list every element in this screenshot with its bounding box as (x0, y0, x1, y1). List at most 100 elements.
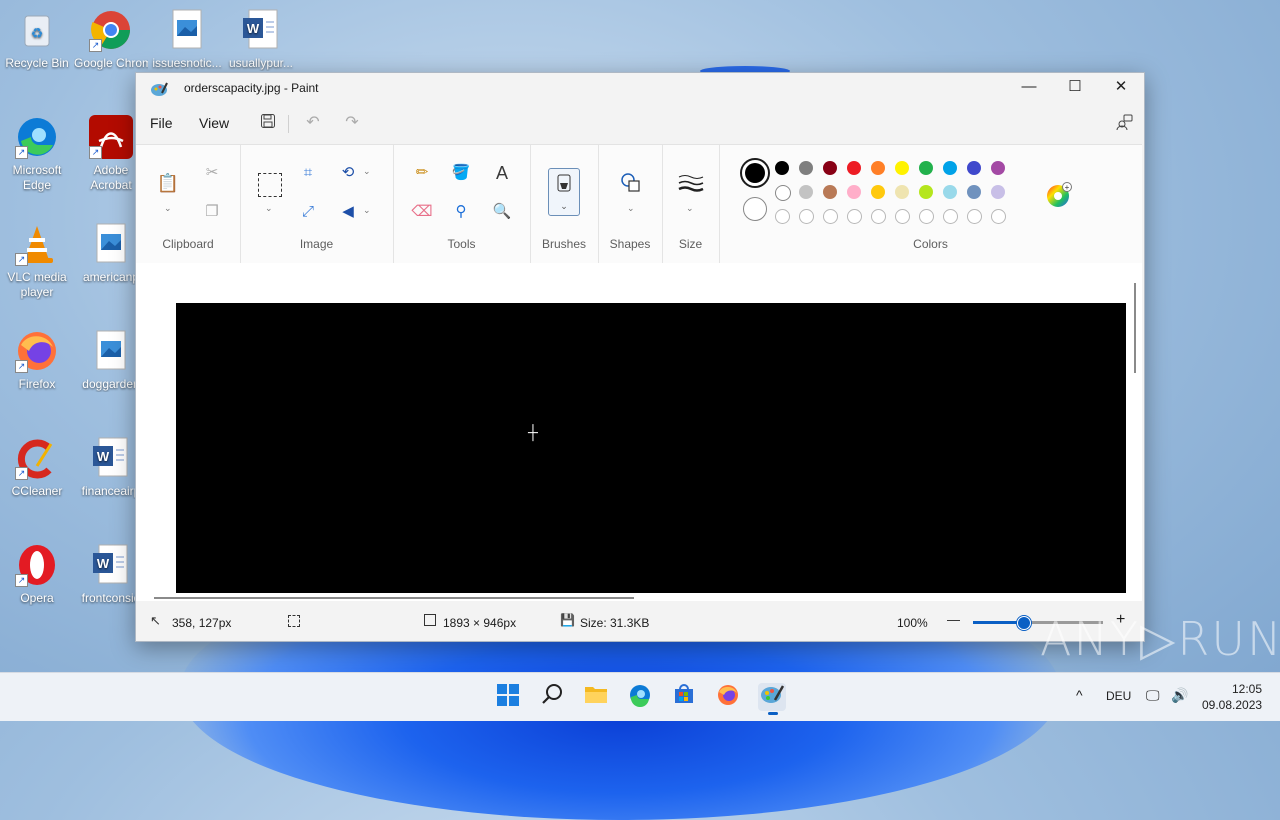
redo-icon[interactable]: ↷ (342, 113, 362, 133)
chevron-up-icon[interactable]: ^ (1076, 687, 1083, 703)
paint-window: orderscapacity.jpg - Paint — ☐ ✕ File Vi… (135, 72, 1145, 642)
desktop-icon-firefox[interactable]: ↗ Firefox (0, 329, 74, 392)
undo-icon[interactable]: ↶ (303, 113, 323, 133)
desktop-icon-usuallypur[interactable]: W usuallypur... (224, 8, 298, 71)
edit-colors-icon[interactable]: + (1046, 182, 1072, 211)
account-icon[interactable] (1114, 113, 1134, 133)
custom-color-slot[interactable] (895, 209, 910, 224)
svg-text:⌄: ⌄ (560, 201, 568, 211)
custom-color-slot[interactable] (823, 209, 838, 224)
color-swatch[interactable] (847, 185, 861, 199)
menu-file[interactable]: File (150, 115, 173, 131)
tools-label: Tools (447, 237, 476, 251)
color-swatch[interactable] (871, 185, 885, 199)
color-swatch[interactable] (967, 185, 981, 199)
select-icon[interactable] (258, 173, 282, 197)
desktop-icon-ccleaner[interactable]: ↗ CCleaner (0, 436, 74, 499)
desktop-icon-edge[interactable]: ↗ Microsoft Edge (0, 115, 74, 193)
color-swatch[interactable] (823, 161, 837, 175)
color-swatch[interactable] (919, 185, 933, 199)
zoom-slider-thumb[interactable] (1017, 616, 1031, 630)
desktop-icon-recycle-bin[interactable]: ♻ Recycle Bin (0, 8, 74, 71)
rotate-icon[interactable]: ⟲ (336, 161, 360, 185)
color-swatch[interactable] (775, 161, 789, 175)
resize-icon[interactable]: ⤢ (296, 200, 320, 224)
chevron-down-icon[interactable]: ⌄ (627, 203, 635, 214)
image-label: Image (299, 237, 334, 251)
magnifier-icon[interactable]: 🔍 (490, 200, 514, 224)
drawing-canvas[interactable]: ┼ (176, 303, 1126, 593)
color-swatch[interactable] (967, 161, 981, 175)
fill-icon[interactable]: 🪣 (449, 161, 473, 185)
minimize-button[interactable]: — (1006, 73, 1052, 103)
paint-taskbar-icon[interactable] (758, 683, 786, 715)
close-button[interactable]: ✕ (1098, 73, 1144, 103)
menu-view[interactable]: View (199, 115, 229, 131)
color-swatch[interactable] (799, 161, 813, 175)
custom-color-slot[interactable] (967, 209, 982, 224)
eraser-icon[interactable]: ⌫ (410, 200, 434, 224)
vertical-scrollbar[interactable] (1134, 283, 1136, 373)
custom-color-slot[interactable] (775, 209, 790, 224)
color-swatch[interactable] (919, 161, 933, 175)
clock-time[interactable]: 12:05 (1232, 682, 1262, 696)
color-swatch[interactable] (943, 161, 957, 175)
text-icon[interactable]: A (490, 161, 514, 185)
chevron-down-icon[interactable]: ⌄ (686, 203, 694, 214)
chevron-down-icon[interactable]: ⌄ (363, 166, 371, 177)
store-icon[interactable] (670, 683, 698, 711)
flip-icon[interactable]: ◀ (336, 200, 360, 224)
color-picker-icon[interactable]: ⚲ (449, 200, 473, 224)
color-swatch[interactable] (991, 161, 1005, 175)
custom-color-slot[interactable] (943, 209, 958, 224)
color-swatch[interactable] (847, 161, 861, 175)
save-icon[interactable] (258, 113, 278, 133)
custom-color-slot[interactable] (799, 209, 814, 224)
paste-icon[interactable]: 📋 (156, 171, 180, 195)
custom-color-slot[interactable] (991, 209, 1006, 224)
clock-date[interactable]: 09.08.2023 (1202, 698, 1262, 712)
custom-color-slot[interactable] (871, 209, 886, 224)
volume-icon[interactable]: 🔊 (1171, 687, 1188, 704)
custom-color-slot[interactable] (919, 209, 934, 224)
primary-color-button[interactable] (740, 158, 770, 188)
active-app-indicator (768, 712, 778, 715)
desktop-icon-issuesnotic[interactable]: issuesnotic... (150, 8, 224, 71)
chevron-down-icon[interactable]: ⌄ (265, 203, 273, 214)
cut-icon[interactable]: ✂ (200, 161, 224, 185)
file-explorer-icon[interactable] (582, 683, 610, 711)
chevron-down-icon[interactable]: ⌄ (164, 203, 172, 214)
desktop-icon-vlc[interactable]: ↗ VLC media player (0, 222, 74, 300)
line-size-icon[interactable] (678, 173, 704, 196)
desktop-icon-label: usuallypur... (228, 56, 294, 70)
desktop-icon-opera[interactable]: ↗ Opera (0, 543, 74, 606)
custom-color-slot[interactable] (847, 209, 862, 224)
svg-text:W: W (247, 21, 260, 36)
color-swatch[interactable] (823, 185, 837, 199)
secondary-color-button[interactable] (743, 197, 767, 221)
firefox-taskbar-icon[interactable] (714, 683, 742, 711)
pencil-icon[interactable]: ✏ (410, 161, 434, 185)
brush-icon[interactable]: ⌄ (548, 168, 580, 216)
color-swatch[interactable] (943, 185, 957, 199)
horizontal-scrollbar[interactable] (154, 597, 634, 599)
color-swatch[interactable] (991, 185, 1005, 199)
language-indicator[interactable]: DEU (1106, 689, 1131, 703)
zoom-out-button[interactable]: — (947, 612, 960, 627)
copy-icon[interactable]: ❐ (200, 200, 224, 224)
color-swatch[interactable] (895, 161, 909, 175)
title-bar[interactable]: orderscapacity.jpg - Paint — ☐ ✕ (136, 73, 1144, 103)
color-swatch[interactable] (871, 161, 885, 175)
chevron-down-icon[interactable]: ⌄ (363, 205, 371, 216)
shapes-icon[interactable] (620, 172, 642, 197)
network-icon[interactable]: 🖵 (1146, 687, 1160, 704)
color-swatch[interactable] (799, 185, 813, 199)
start-button[interactable] (494, 683, 522, 711)
edge-taskbar-icon[interactable] (626, 683, 654, 711)
color-swatch[interactable] (895, 185, 909, 199)
crop-icon[interactable]: ⌗ (296, 161, 320, 185)
color-swatch[interactable] (775, 185, 791, 201)
search-icon[interactable] (538, 683, 566, 711)
maximize-button[interactable]: ☐ (1052, 73, 1098, 103)
desktop-icon-chrome[interactable]: ↗ Google Chrome (74, 8, 148, 71)
